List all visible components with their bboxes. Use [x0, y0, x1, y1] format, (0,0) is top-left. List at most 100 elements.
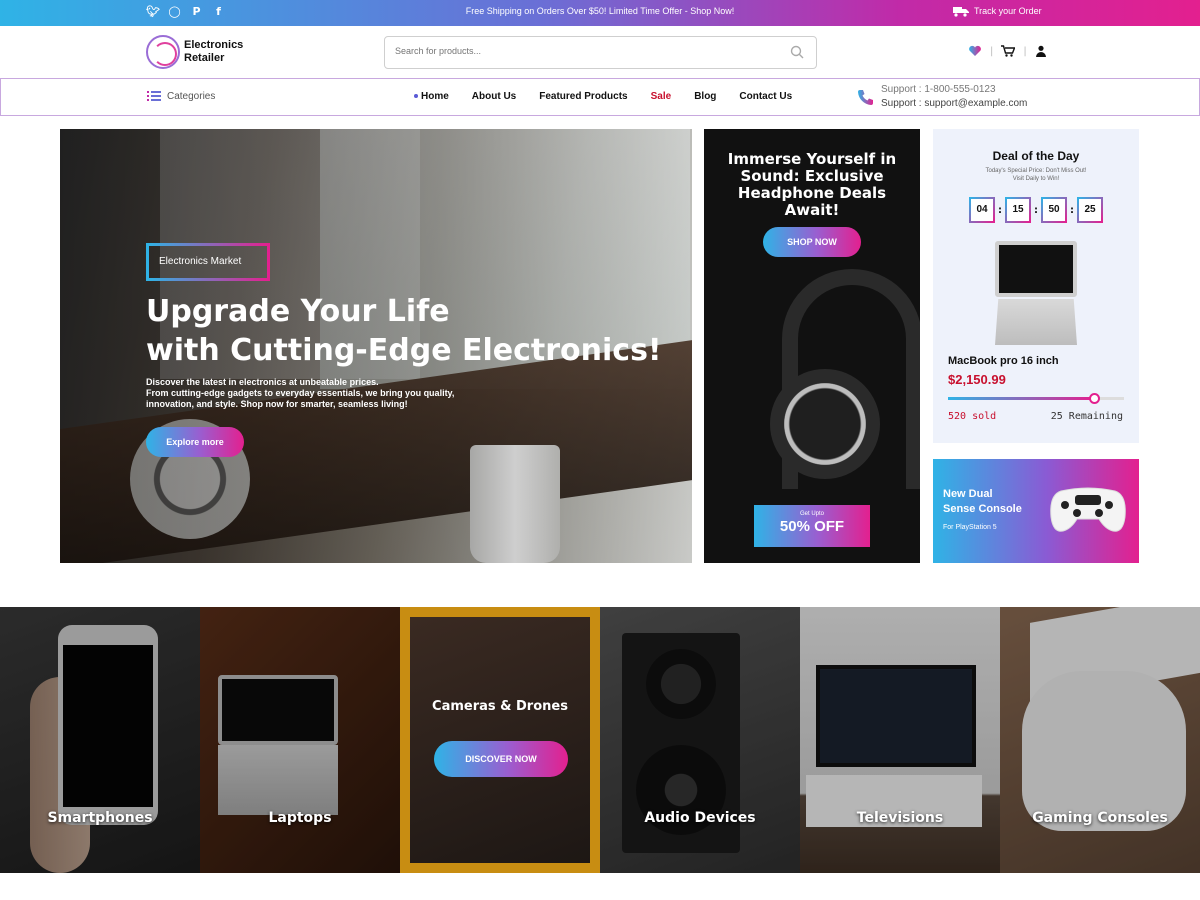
- hero-banner: Electronics Market Upgrade Your Life wit…: [60, 129, 692, 563]
- deal-subtitle: Today's Special Price: Don't Miss Out! V…: [963, 167, 1109, 183]
- discover-now-button[interactable]: DISCOVER NOW: [434, 741, 568, 777]
- category-label: Laptops: [268, 810, 332, 826]
- deal-title: Deal of the Day: [992, 149, 1080, 163]
- headphone-banner-title: Immerse Yourself in Sound: Exclusive Hea…: [714, 151, 910, 219]
- category-label: Televisions: [856, 810, 944, 826]
- console-subtitle: For PlayStation 5: [943, 524, 997, 531]
- shop-now-button[interactable]: SHOP NOW: [763, 227, 861, 257]
- tile-overlay: [600, 607, 800, 873]
- category-tile-cameras-drones[interactable]: Cameras & Drones DISCOVER NOW: [400, 607, 600, 873]
- discount-badge: Get Upto 50% OFF: [754, 505, 870, 547]
- hero-title: Upgrade Your Life with Cutting-Edge Elec…: [146, 292, 662, 370]
- nav-sale[interactable]: Sale: [651, 91, 672, 102]
- nav-about[interactable]: About Us: [472, 91, 516, 102]
- category-tile-laptops[interactable]: Laptops: [200, 607, 400, 873]
- stock-progress-fill: [948, 397, 1095, 400]
- support-info: Support : 1-800-555-0123 Support : suppo…: [857, 83, 1027, 111]
- logo-line-1: Electronics: [184, 39, 244, 51]
- user-icon[interactable]: [1035, 45, 1047, 57]
- header-icons: | |: [968, 45, 1047, 57]
- tile-overlay: [200, 607, 400, 873]
- timer-colon: :: [1034, 204, 1038, 216]
- divider: |: [1023, 45, 1027, 57]
- category-label: Smartphones: [47, 810, 153, 826]
- top-promo-bar: 🐦︎ ◯ P f Free Shipping on Orders Over $5…: [0, 0, 1200, 26]
- console-promo-banner[interactable]: New Dual Sense Console For PlayStation 5: [933, 459, 1139, 563]
- camera-image: [410, 617, 590, 863]
- deal-of-the-day: Deal of the Day Today's Special Price: D…: [933, 129, 1139, 443]
- hero-desc-line-3: innovation, and style. Shop now for smar…: [146, 399, 408, 409]
- remaining-count: 25 Remaining: [1050, 411, 1123, 422]
- nav-contact[interactable]: Contact Us: [739, 91, 792, 102]
- divider: |: [990, 45, 994, 57]
- hero-description: Discover the latest in electronics at un…: [146, 377, 506, 410]
- headphone-title-line-3: Headphone Deals: [737, 184, 887, 202]
- console-title: New Dual Sense Console: [943, 487, 1022, 517]
- headphone-title-line-1: Immerse Yourself in: [727, 150, 897, 168]
- logo-line-2: Retailer: [184, 52, 225, 64]
- category-tiles: Smartphones Laptops Cameras & Drones DIS…: [0, 607, 1200, 873]
- product-name[interactable]: MacBook pro 16 inch: [948, 355, 1059, 367]
- hero-title-line-2: with Cutting-Edge Electronics!: [146, 333, 662, 368]
- support-phone[interactable]: Support : 1-800-555-0123: [881, 83, 1027, 97]
- logo[interactable]: Electronics Retailer: [146, 35, 243, 69]
- cart-icon[interactable]: [1001, 45, 1016, 57]
- explore-more-button[interactable]: Explore more: [146, 427, 244, 457]
- nav-blog[interactable]: Blog: [694, 91, 716, 102]
- wishlist-heart-icon[interactable]: [968, 45, 982, 57]
- track-order-label: Track your Order: [974, 6, 1042, 16]
- category-tile-smartphones[interactable]: Smartphones: [0, 607, 200, 873]
- timer-colon: :: [998, 204, 1002, 216]
- tile-overlay: [0, 607, 200, 873]
- list-icon: [147, 91, 161, 101]
- hero-desc-line-2: From cutting-edge gadgets to everyday es…: [146, 388, 455, 398]
- headphone-title-line-2: Sound: Exclusive: [740, 167, 884, 185]
- countdown-timer: 04: 15: 50: 25: [969, 197, 1103, 223]
- headphone-deal-banner[interactable]: Immerse Yourself in Sound: Exclusive Hea…: [704, 129, 920, 563]
- logo-icon: [146, 35, 180, 69]
- search-input[interactable]: [395, 46, 775, 56]
- category-label: Audio Devices: [644, 810, 756, 826]
- sold-count: 520 sold: [948, 411, 997, 422]
- timer-days: 04: [969, 197, 995, 223]
- category-tile-gaming-consoles[interactable]: Gaming Consoles: [1000, 607, 1200, 873]
- gamepad-icon: [1050, 487, 1126, 532]
- category-label: Cameras & Drones: [432, 699, 568, 714]
- stock-progress-bar: [948, 393, 1124, 404]
- hero-desc-line-1: Discover the latest in electronics at un…: [146, 377, 379, 387]
- tile-overlay: [800, 607, 1000, 873]
- nav-home[interactable]: Home: [414, 91, 449, 102]
- deal-sub-line-1: Today's Special Price: Don't Miss Out!: [985, 168, 1087, 174]
- tile-overlay: [1000, 607, 1200, 873]
- track-order-link[interactable]: Track your Order: [953, 5, 1042, 17]
- hero-title-line-1: Upgrade Your Life: [146, 294, 450, 329]
- category-tile-televisions[interactable]: Televisions: [800, 607, 1000, 873]
- site-header: Electronics Retailer | |: [0, 26, 1200, 78]
- support-email[interactable]: Support : support@example.com: [881, 97, 1027, 111]
- category-label: Gaming Consoles: [1032, 810, 1168, 826]
- categories-label: Categories: [167, 90, 216, 102]
- search-box: [384, 36, 817, 69]
- category-tile-audio-devices[interactable]: Audio Devices: [600, 607, 800, 873]
- timer-minutes: 50: [1041, 197, 1067, 223]
- product-image[interactable]: [995, 241, 1077, 345]
- timer-hours: 15: [1005, 197, 1031, 223]
- nav-links: Home About Us Featured Products Sale Blo…: [414, 91, 792, 102]
- laptop-screen: [995, 241, 1077, 297]
- search-icon[interactable]: [790, 45, 804, 59]
- stock-progress-knob: [1089, 393, 1101, 404]
- discount-value: 50% OFF: [779, 518, 845, 535]
- phone-icon: [858, 90, 873, 105]
- timer-seconds: 25: [1077, 197, 1103, 223]
- hero-tag: Electronics Market: [146, 243, 270, 281]
- main-nav: Categories Home About Us Featured Produc…: [0, 78, 1200, 116]
- nav-featured-products[interactable]: Featured Products: [539, 91, 627, 102]
- deal-sub-line-2: Visit Daily to Win!: [1012, 176, 1060, 182]
- headphone-cup-image: [770, 369, 880, 479]
- product-price: $2,150.99: [948, 372, 1006, 387]
- console-title-line-2: Sense Console: [943, 503, 1022, 515]
- categories-menu-button[interactable]: Categories: [147, 90, 215, 102]
- laptop-base: [995, 299, 1077, 345]
- truck-icon: [953, 7, 969, 17]
- timer-colon: :: [1070, 204, 1074, 216]
